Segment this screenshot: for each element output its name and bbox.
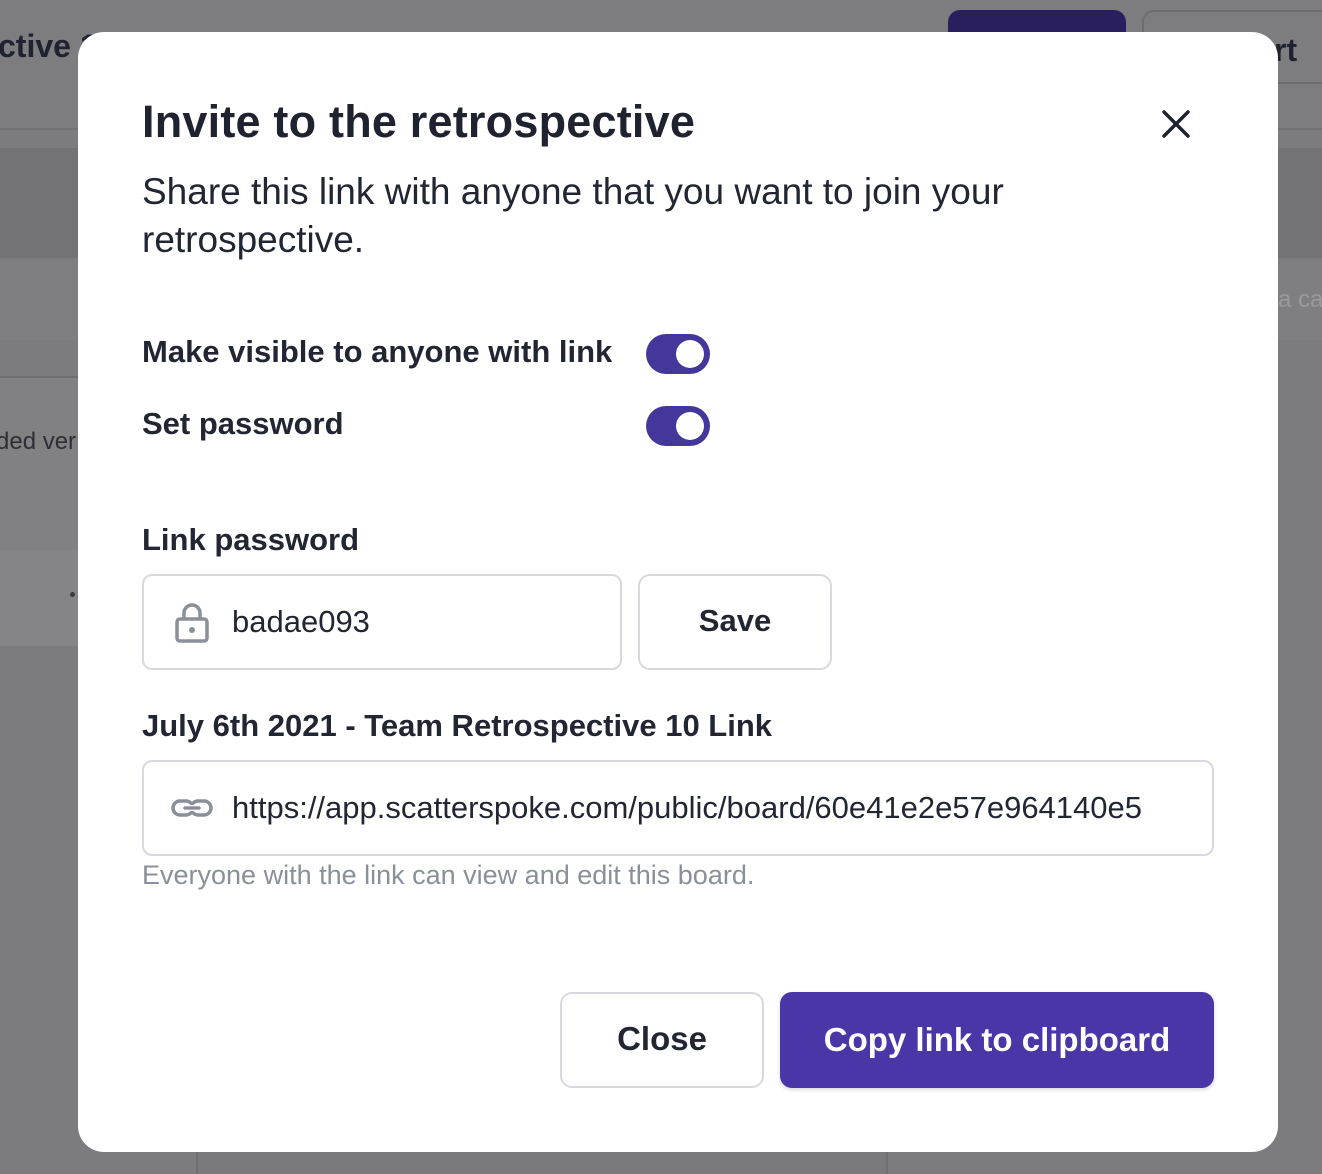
save-button[interactable]: Save bbox=[638, 574, 832, 670]
invite-modal: Invite to the retrospective Share this l… bbox=[78, 32, 1278, 1152]
background-panel-text: ded ver bbox=[0, 428, 77, 455]
background-side-panel bbox=[0, 376, 80, 552]
link-password-label: Link password bbox=[142, 522, 360, 557]
copy-link-button[interactable]: Copy link to clipboard bbox=[780, 992, 1214, 1088]
link-hint-text: Everyone with the link can view and edit… bbox=[142, 860, 755, 890]
board-link-field[interactable]: https://app.scatterspoke.com/public/boar… bbox=[142, 760, 1214, 856]
modal-description: Share this link with anyone that you wan… bbox=[142, 171, 1004, 260]
password-toggle-row: Set password bbox=[142, 406, 722, 446]
visibility-toggle-row: Make visible to anyone with link bbox=[142, 334, 722, 374]
background-dot bbox=[70, 592, 75, 597]
visibility-toggle-label: Make visible to anyone with link bbox=[142, 334, 613, 369]
link-icon bbox=[168, 784, 216, 832]
close-button[interactable]: Close bbox=[560, 992, 764, 1088]
background-search-placeholder: a ca bbox=[1278, 286, 1322, 313]
toggle-knob bbox=[676, 340, 704, 368]
password-value: badae093 bbox=[232, 604, 370, 639]
toggle-knob bbox=[676, 412, 704, 440]
visibility-toggle[interactable] bbox=[646, 334, 710, 374]
background-column bbox=[196, 1152, 888, 1174]
lock-icon bbox=[168, 598, 216, 646]
background-list-row bbox=[0, 550, 80, 646]
board-link-url: https://app.scatterspoke.com/public/boar… bbox=[232, 790, 1143, 825]
password-input[interactable]: badae093 bbox=[142, 574, 622, 670]
password-toggle-label: Set password bbox=[142, 406, 344, 441]
close-icon[interactable] bbox=[1154, 102, 1198, 146]
board-link-label: July 6th 2021 - Team Retrospective 10 Li… bbox=[142, 708, 773, 743]
modal-title: Invite to the retrospective bbox=[142, 96, 696, 147]
password-toggle[interactable] bbox=[646, 406, 710, 446]
